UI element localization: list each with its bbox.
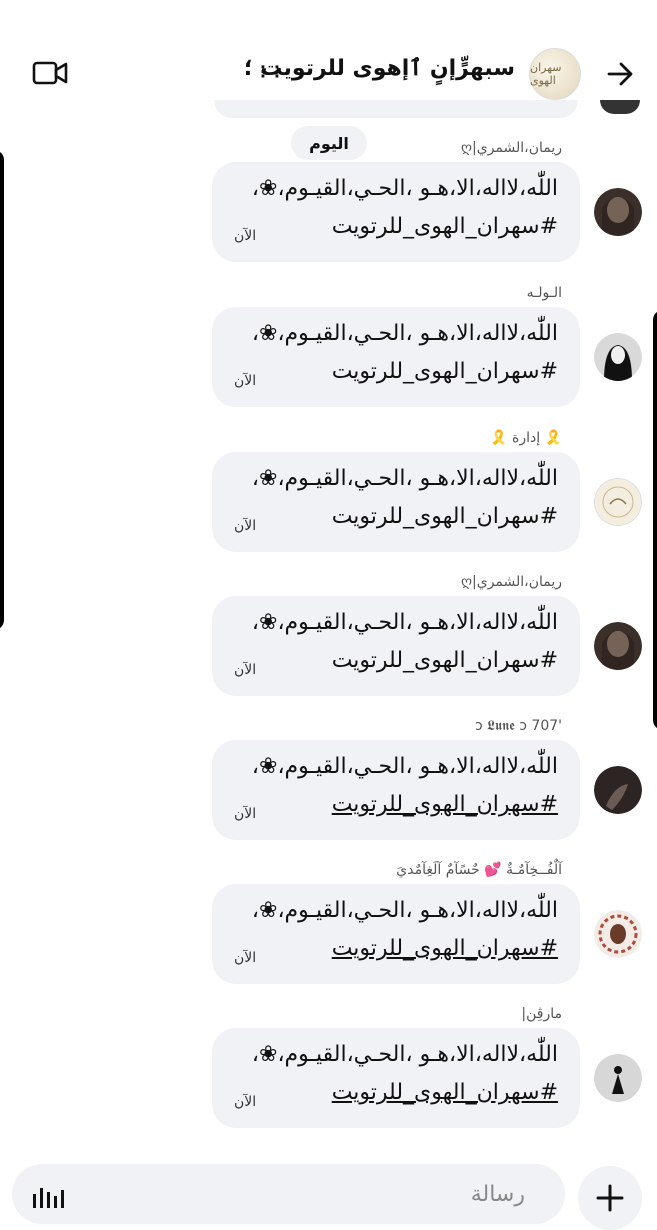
message-hashtag[interactable]: #سهران_الهوى_للرتويت xyxy=(332,214,558,239)
message-line-1: اللّٰه،لااله،الا،هـو ،الحـي،القيـوم،❀، xyxy=(251,754,558,779)
message-bubble[interactable]: اللّٰه،لااله،الا،هـو ،الحـي،القيـوم،❀، #… xyxy=(212,452,580,552)
message-row: ريمان،الشمري|ღ اللّٰه،لااله،الا،هـو ،الح… xyxy=(0,574,657,714)
message-time: الآن xyxy=(234,662,257,678)
message-time: الآن xyxy=(234,228,257,244)
message-bubble[interactable]: اللّٰه،لااله،الا،هـو ،الحـي،القيـوم،❀، #… xyxy=(212,1028,580,1128)
message-line-1: اللّٰه،لااله،الا،هـو ،الحـي،القيـوم،❀، xyxy=(251,321,558,346)
message-row: آلٌفُــخِآمٌـةٌ 💕 حٌسًآمٌ آلَغِآمٌديَ ال… xyxy=(0,862,657,1002)
message-row: ريمان،الشمري|ღ اللّٰه،لااله،الا،هـو ،الح… xyxy=(0,140,657,280)
message-row: 'ɔ 𝕷𝖚𝖓𝖊 ɔ 707 اللّٰه،لااله،الا،هـو ،الحـ… xyxy=(0,718,657,858)
message-line-1: اللّٰه،لااله،الا،هـو ،الحـي،القيـوم،❀، xyxy=(251,898,558,923)
message-bubble[interactable]: اللّٰه،لااله،الا،هـو ،الحـي،القيـوم،❀، #… xyxy=(212,596,580,696)
group-title[interactable]: سبهرٍّإنٍ ٱإهوى للرتويت ؛ xyxy=(244,56,515,81)
message-row: الـولـه اللّٰه،لااله،الا،هـو ،الحـي،القي… xyxy=(0,285,657,425)
chat-header: ⋮⋮ سبهرٍّإنٍ ٱإهوى للرتويت ؛ سهران الهوى xyxy=(0,42,657,104)
sender-name[interactable]: 🎗️ إدارة 🎗️ xyxy=(490,430,562,446)
video-call-icon[interactable] xyxy=(32,60,68,86)
sender-name[interactable]: ريمان،الشمري|ღ xyxy=(461,574,562,590)
message-time: الآن xyxy=(234,806,257,822)
sender-avatar[interactable] xyxy=(594,766,642,814)
message-input-placeholder[interactable]: رسالة xyxy=(471,1182,525,1207)
message-time: الآن xyxy=(234,950,257,966)
message-bubble[interactable]: اللّٰه،لااله،الا،هـو ،الحـي،القيـوم،❀، #… xyxy=(212,162,580,262)
message-line-1: اللّٰه،لااله،الا،هـو ،الحـي،القيـوم،❀، xyxy=(251,176,558,201)
message-time: الآن xyxy=(234,518,257,534)
previous-message-bubble xyxy=(214,100,578,118)
sender-avatar[interactable] xyxy=(594,1054,642,1102)
plus-icon xyxy=(596,1184,624,1212)
group-avatar[interactable]: سهران الهوى xyxy=(529,48,581,100)
message-hashtag[interactable]: #سهران_الهوى_للرتويت xyxy=(332,648,558,673)
message-line-1: اللّٰه،لااله،الا،هـو ،الحـي،القيـوم،❀، xyxy=(251,610,558,635)
sender-name[interactable]: مارڤِن| xyxy=(521,1006,562,1022)
add-attachment-button[interactable] xyxy=(578,1166,642,1230)
sender-name[interactable]: 'ɔ 𝕷𝖚𝖓𝖊 ɔ 707 xyxy=(475,718,562,734)
back-arrow-icon[interactable] xyxy=(605,59,635,89)
sender-name[interactable]: آلٌفُــخِآمٌـةٌ 💕 حٌسًآمٌ آلَغِآمٌديَ xyxy=(396,862,562,878)
sender-name[interactable]: الـولـه xyxy=(527,285,562,301)
message-bubble[interactable]: اللّٰه،لااله،الا،هـو ،الحـي،القيـوم،❀، #… xyxy=(212,740,580,840)
message-bubble[interactable]: اللّٰه،لااله،الا،هـو ،الحـي،القيـوم،❀، #… xyxy=(212,307,580,407)
message-line-1: اللّٰه،لااله،الا،هـو ،الحـي،القيـوم،❀، xyxy=(251,1042,558,1067)
sender-avatar[interactable] xyxy=(594,478,642,526)
message-row: 🎗️ إدارة 🎗️ اللّٰه،لااله،الا،هـو ،الحـي،… xyxy=(0,430,657,570)
message-time: الآن xyxy=(234,373,257,389)
message-hashtag[interactable]: #سهران_الهوى_للرتويت xyxy=(332,359,558,384)
sender-avatar[interactable] xyxy=(594,188,642,236)
message-hashtag[interactable]: #سهران_الهوى_للرتويت xyxy=(332,936,558,961)
message-time: الآن xyxy=(234,1094,257,1110)
message-row: مارڤِن| اللّٰه،لااله،الا،هـو ،الحـي،القي… xyxy=(0,1006,657,1146)
sender-avatar[interactable] xyxy=(594,622,642,670)
group-avatar-text: سهران الهوى xyxy=(530,61,562,87)
sender-avatar[interactable] xyxy=(594,910,642,958)
previous-message-avatar xyxy=(600,100,640,114)
message-hashtag[interactable]: #سهران_الهوى_للرتويت xyxy=(332,504,558,529)
message-hashtag[interactable]: #سهران_الهوى_للرتويت xyxy=(332,1080,558,1105)
message-hashtag[interactable]: #سهران_الهوى_للرتويت xyxy=(332,792,558,817)
voice-wave-icon[interactable] xyxy=(32,1186,64,1208)
message-composer[interactable]: رسالة xyxy=(12,1164,565,1224)
message-bubble[interactable]: اللّٰه،لااله،الا،هـو ،الحـي،القيـوم،❀، #… xyxy=(212,884,580,984)
sender-name[interactable]: ريمان،الشمري|ღ xyxy=(461,140,562,156)
message-line-1: اللّٰه،لااله،الا،هـو ،الحـي،القيـوم،❀، xyxy=(251,466,558,491)
sender-avatar[interactable] xyxy=(594,333,642,381)
